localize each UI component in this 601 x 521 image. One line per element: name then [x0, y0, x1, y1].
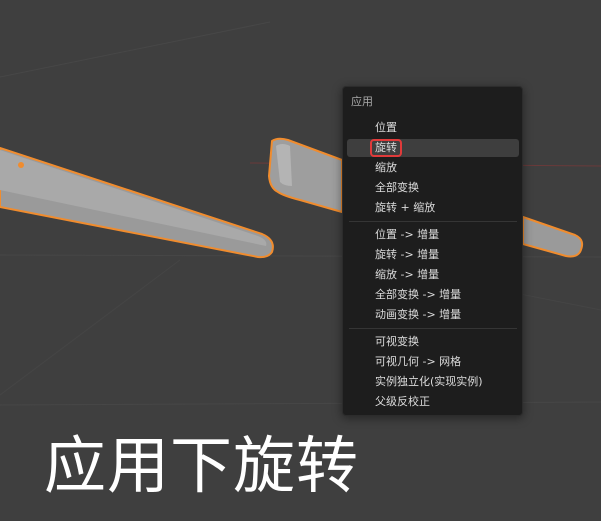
menu-item-label: 旋转 -> 增量	[375, 248, 440, 261]
menu-item-all-transforms-to-deltas[interactable]: 全部变换 -> 增量	[347, 286, 519, 304]
menu-item-parent-inverse[interactable]: 父级反校正	[347, 393, 519, 411]
menu-item-label: 动画变换 -> 增量	[375, 308, 462, 321]
grid-line	[0, 21, 271, 78]
menu-item-label: 可视几何 -> 网格	[375, 355, 462, 368]
menu-item-label: 位置 -> 增量	[375, 228, 440, 241]
apply-menu: 应用 位置 旋转 缩放 全部变换 旋转 + 缩放 位置 -> 增量 旋转 -> …	[342, 86, 523, 416]
menu-item-location[interactable]: 位置	[347, 119, 519, 137]
menu-item-label: 位置	[375, 121, 397, 134]
menu-item-visual-transform[interactable]: 可视变换	[347, 333, 519, 351]
menu-item-rotation[interactable]: 旋转	[347, 139, 519, 157]
menu-item-visual-geometry-to-mesh[interactable]: 可视几何 -> 网格	[347, 353, 519, 371]
menu-item-all-transforms[interactable]: 全部变换	[347, 179, 519, 197]
menu-item-location-to-deltas[interactable]: 位置 -> 增量	[347, 226, 519, 244]
menu-item-animated-transforms-to-deltas[interactable]: 动画变换 -> 增量	[347, 306, 519, 324]
menu-item-label: 旋转	[370, 139, 402, 157]
menu-title: 应用	[351, 95, 373, 108]
menu-item-label: 父级反校正	[375, 395, 430, 408]
menu-item-label: 全部变换 -> 增量	[375, 288, 462, 301]
caption-overlay: 应用下旋转	[44, 429, 360, 502]
mesh-object-left	[0, 147, 274, 259]
object-origin	[18, 162, 24, 168]
3d-viewport[interactable]: 应用 位置 旋转 缩放 全部变换 旋转 + 缩放 位置 -> 增量 旋转 -> …	[0, 0, 601, 521]
menu-item-rotation-scale[interactable]: 旋转 + 缩放	[347, 199, 519, 217]
menu-item-label: 可视变换	[375, 335, 419, 348]
menu-item-label: 实例独立化(实现实例)	[375, 375, 483, 388]
menu-item-make-instances-real[interactable]: 实例独立化(实现实例)	[347, 373, 519, 391]
menu-item-label: 缩放 -> 增量	[375, 268, 440, 281]
menu-item-rotation-to-deltas[interactable]: 旋转 -> 增量	[347, 246, 519, 264]
menu-item-scale-to-deltas[interactable]: 缩放 -> 增量	[347, 266, 519, 284]
menu-item-scale[interactable]: 缩放	[347, 159, 519, 177]
menu-item-label: 全部变换	[375, 181, 419, 194]
menu-item-label: 旋转 + 缩放	[375, 201, 436, 214]
menu-separator	[349, 221, 517, 222]
menu-item-label: 缩放	[375, 161, 397, 174]
grid-line	[0, 259, 181, 396]
menu-separator	[349, 328, 517, 329]
